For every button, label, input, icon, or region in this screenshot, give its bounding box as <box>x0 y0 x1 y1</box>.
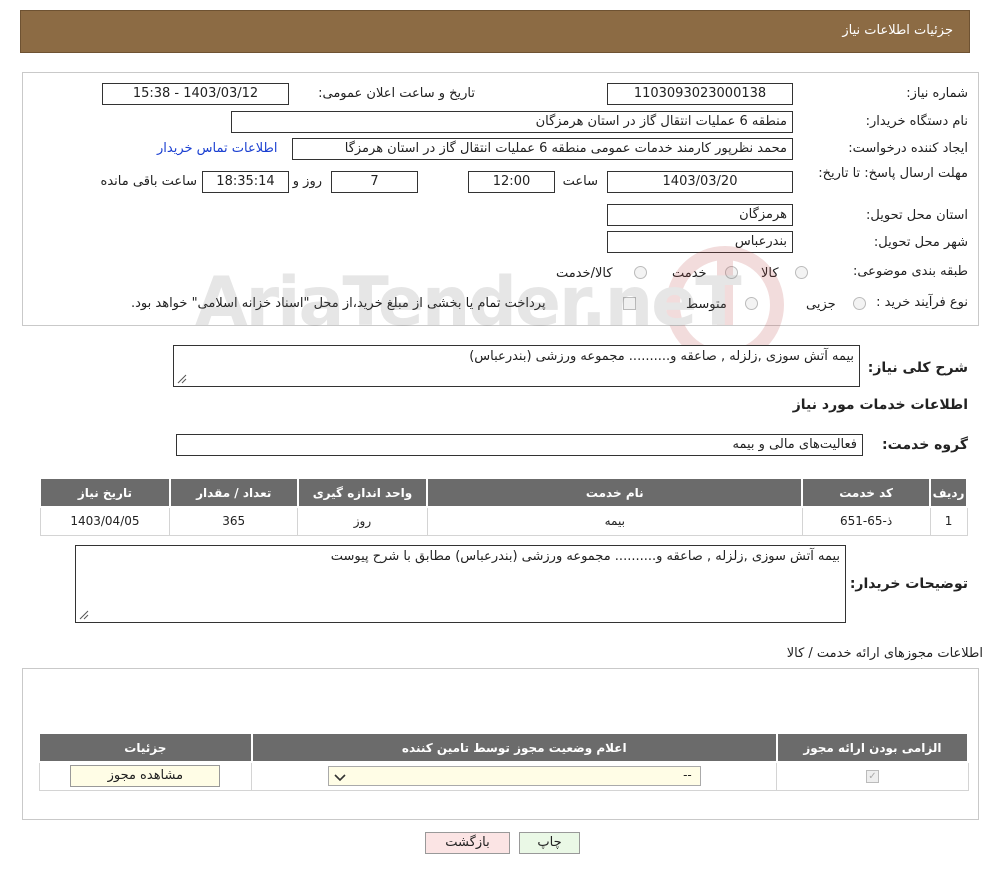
resize-grip-icon[interactable] <box>177 374 187 384</box>
creator-label: ایجاد کننده درخواست: <box>848 141 968 156</box>
permit-required-checkbox[interactable]: ✓ <box>865 770 879 784</box>
services-table-header: ردیف کد خدمت نام خدمت واحد اندازه گیری ت… <box>39 477 968 508</box>
contact-buyer-link[interactable]: اطلاعات تماس خریدار <box>157 141 277 156</box>
services-section-title: اطلاعات خدمات مورد نیاز <box>792 397 968 413</box>
province-label: استان محل تحویل: <box>866 208 968 223</box>
announce-label: تاریخ و ساعت اعلان عمومی: <box>318 86 475 101</box>
col-permit-required: الزامی بودن ارائه مجوز <box>775 732 970 763</box>
creator-field: محمد نظرپور کارمند خدمات عمومی منطقه 6 ع… <box>292 138 793 160</box>
buyer-org-label: نام دستگاه خریدار: <box>865 114 968 129</box>
services-table: ردیف کد خدمت نام خدمت واحد اندازه گیری ت… <box>39 477 968 536</box>
deadline-date-field: 1403/03/20 <box>607 171 793 193</box>
cell-permit-status: -- <box>251 761 778 791</box>
resize-grip-icon[interactable] <box>79 610 89 620</box>
permit-status-select[interactable]: -- <box>327 766 701 787</box>
payment-note: پرداخت تمام یا بخشی از مبلغ خرید،از محل … <box>131 296 546 311</box>
days-label: روز و <box>292 174 322 189</box>
category-goods-service-radio[interactable] <box>634 266 647 279</box>
permits-table: الزامی بودن ارائه مجوز اعلام وضعیت مجوز … <box>38 732 970 791</box>
announce-datetime-field: 1403/03/12 - 15:38 <box>102 83 289 105</box>
col-service-name: نام خدمت <box>426 477 804 508</box>
category-label: طبقه بندی موضوعی: <box>852 264 968 279</box>
remaining-label: ساعت باقی مانده <box>100 174 197 189</box>
print-button[interactable]: چاپ <box>519 832 580 854</box>
service-group-label: گروه خدمت: <box>882 437 968 453</box>
city-field: بندرعباس <box>607 231 793 253</box>
days-field: 7 <box>331 171 418 193</box>
permits-section-title: اطلاعات مجوزهای ارائه خدمت / کالا <box>786 646 983 661</box>
view-permit-button[interactable]: مشاهده مجوز <box>70 765 221 788</box>
col-permit-status: اعلام وضعیت مجوز توسط تامین کننده <box>250 732 778 763</box>
process-minor-radio[interactable] <box>853 297 866 310</box>
province-field: هرمزگان <box>607 204 793 226</box>
cell-row-number: 1 <box>929 506 968 536</box>
buyer-notes-text: بیمه آتش سوزی ,زلزله , صاعقه و..........… <box>330 549 840 564</box>
deadline-time-field: 12:00 <box>468 171 555 193</box>
page-title: جزئیات اطلاعات نیاز <box>842 23 953 38</box>
summary-textarea[interactable]: بیمه آتش سوزی ,زلزله , صاعقه و..........… <box>173 345 860 387</box>
buyer-notes-textarea[interactable]: بیمه آتش سوزی ,زلزله , صاعقه و..........… <box>75 545 846 623</box>
cell-service-name: بیمه <box>426 506 803 536</box>
service-group-field: فعالیت‌های مالی و بیمه <box>176 434 863 456</box>
chevron-down-icon <box>334 774 346 782</box>
back-button[interactable]: بازگشت <box>425 832 510 854</box>
cell-unit: روز <box>297 506 428 536</box>
table-row: ✓ -- مشاهده مجوز <box>38 761 969 791</box>
summary-label: شرح کلی نیاز: <box>867 360 968 376</box>
permit-status-value: -- <box>683 768 692 783</box>
treasury-checkbox[interactable] <box>623 297 636 310</box>
category-service-radio[interactable] <box>725 266 738 279</box>
category-goods-service-label: کالا/خدمت <box>556 266 613 281</box>
col-permit-details: جزئیات <box>38 732 253 763</box>
category-goods-label: کالا <box>761 266 779 281</box>
remaining-time-field: 18:35:14 <box>202 171 289 193</box>
category-goods-radio[interactable] <box>795 266 808 279</box>
category-service-label: خدمت <box>672 266 707 281</box>
col-need-date: تاریخ نیاز <box>39 477 171 508</box>
table-row: 1 ذ-65-651 بیمه روز 365 1403/04/05 <box>39 506 968 536</box>
page-header: جزئیات اطلاعات نیاز <box>20 10 970 53</box>
col-quantity: تعداد / مقدار <box>168 477 299 508</box>
city-label: شهر محل تحویل: <box>873 235 968 250</box>
col-row-number: ردیف <box>929 477 968 508</box>
summary-text: بیمه آتش سوزی ,زلزله , صاعقه و..........… <box>469 349 854 364</box>
need-number-label: شماره نیاز: <box>906 86 968 101</box>
deadline-label: مهلت ارسال پاسخ: تا تاریخ: <box>818 166 968 181</box>
deadline-time-label: ساعت <box>562 174 598 189</box>
cell-quantity: 365 <box>169 506 299 536</box>
col-unit: واحد اندازه گیری <box>296 477 429 508</box>
col-service-code: کد خدمت <box>801 477 932 508</box>
buyer-notes-label: توضیحات خریدار: <box>849 576 968 592</box>
cell-permit-required: ✓ <box>776 761 969 791</box>
process-medium-label: متوسط <box>686 297 727 312</box>
process-medium-radio[interactable] <box>745 297 758 310</box>
cell-need-date: 1403/04/05 <box>39 506 171 536</box>
process-minor-label: جزیی <box>806 297 836 312</box>
need-number-field: 1103093023000138 <box>607 83 793 105</box>
permits-table-header: الزامی بودن ارائه مجوز اعلام وضعیت مجوز … <box>38 732 970 763</box>
buyer-org-field: منطقه 6 عملیات انتقال گاز در استان هرمزگ… <box>231 111 793 133</box>
process-type-label: نوع فرآیند خرید : <box>876 295 968 310</box>
cell-service-code: ذ-65-651 <box>801 506 931 536</box>
cell-permit-details: مشاهده مجوز <box>38 761 253 791</box>
